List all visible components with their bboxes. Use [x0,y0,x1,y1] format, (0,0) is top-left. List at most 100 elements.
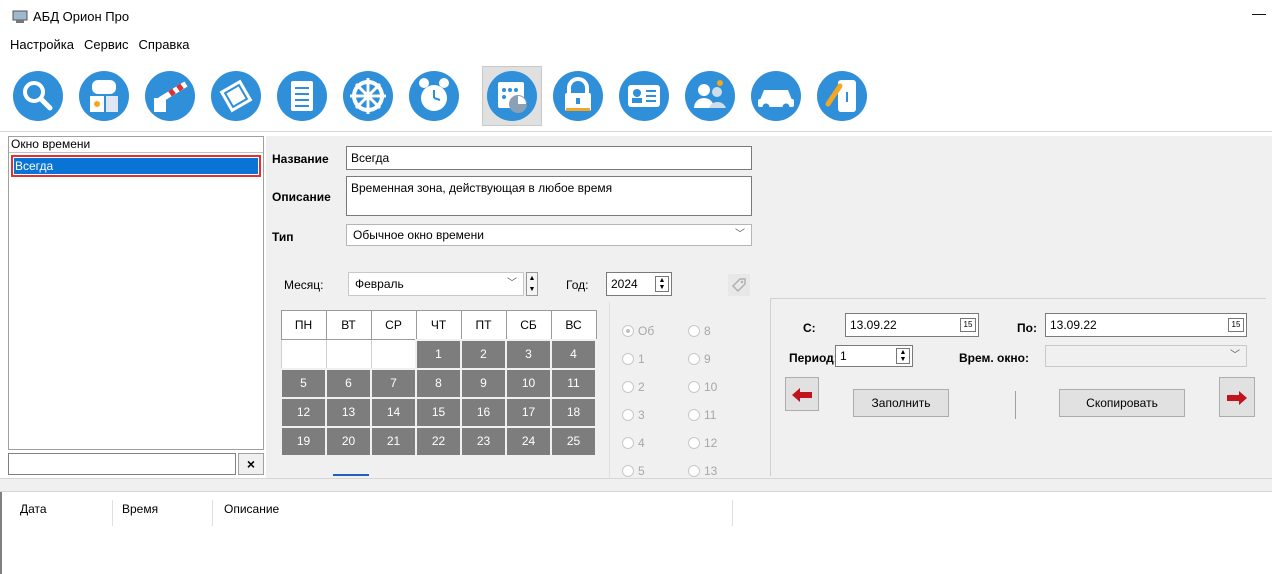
weekday-header: СБ [505,310,552,340]
clear-filter-button[interactable]: × [238,453,264,475]
prev-button[interactable] [785,377,819,411]
calendar-day[interactable]: 11 [550,367,597,399]
toolbar-card-button[interactable] [614,66,674,126]
calendar-day[interactable]: 22 [415,425,462,457]
day-type-radio[interactable]: 2 [622,380,645,394]
period-label: Период: [789,351,838,365]
day-type-radio[interactable]: 9 [688,352,711,366]
calendar-day[interactable]: 1 [415,338,462,370]
calendar-day[interactable]: 15 [415,396,462,428]
day-type-radio[interactable]: 12 [688,436,717,450]
year-value: 2024 [611,277,638,291]
day-type-radio[interactable]: 13 [688,464,717,478]
toolbar-barrier-button[interactable] [140,66,200,126]
month-label: Месяц: [284,278,324,292]
calendar-day[interactable]: 10 [505,367,552,399]
menu-help[interactable]: Справка [139,37,190,57]
type-select[interactable]: Обычное окно времени ﹀ [346,224,752,246]
calendar-icon[interactable]: 15 [960,318,976,332]
month-select-value: Февраль [355,277,404,291]
calendar-day[interactable]: 18 [550,396,597,428]
log-col-time[interactable]: Время [122,502,158,516]
radio-circle [622,465,634,477]
day-type-radio[interactable]: 11 [688,408,716,422]
radio-circle [688,465,700,477]
toolbar-wheel-button[interactable] [338,66,398,126]
month-spinner[interactable]: ▲ ▼ [526,272,538,296]
day-type-radio[interactable]: Об [622,324,654,338]
schedule-icon [487,71,537,121]
toolbar-lock-button[interactable] [548,66,608,126]
radio-label: 11 [704,408,717,422]
to-date-field[interactable]: 13.09.22 15 [1045,313,1247,337]
calendar-day[interactable]: 3 [505,338,552,370]
fill-button[interactable]: Заполнить [853,389,949,417]
calendar-day[interactable]: 4 [550,338,597,370]
calendar-day[interactable]: 5 [280,367,327,399]
radio-label: 1 [638,352,645,366]
toolbar-key-button[interactable] [812,66,872,126]
next-button[interactable] [1219,377,1255,417]
period-field[interactable]: 1 ▲ ▼ [835,345,913,367]
log-col-description[interactable]: Описание [224,502,279,516]
year-spinner[interactable]: ▲ ▼ [655,276,669,292]
column-divider [212,500,213,526]
calendar-day[interactable]: 12 [280,396,327,428]
toolbar-users-button[interactable] [680,66,740,126]
calendar-day[interactable]: 21 [370,425,417,457]
name-field[interactable]: Всегда [346,146,752,170]
today-marker [333,474,369,476]
list-filter-input[interactable] [8,453,236,475]
menu-service[interactable]: Сервис [84,37,129,57]
clock-icon [409,71,459,121]
calendar-day[interactable]: 14 [370,396,417,428]
menu-settings[interactable]: Настройка [10,37,74,57]
toolbar-document-button[interactable] [272,66,332,126]
calendar-day[interactable]: 6 [325,367,372,399]
minimize-button[interactable]: — [1252,5,1266,25]
day-type-radio[interactable]: 4 [622,436,645,450]
calendar-day[interactable]: 17 [505,396,552,428]
time-window-select[interactable]: ﹀ [1045,345,1247,367]
day-type-radio[interactable]: 3 [622,408,645,422]
calendar-day[interactable]: 8 [415,367,462,399]
day-type-radio[interactable]: 8 [688,324,711,338]
tag-icon[interactable] [728,274,750,296]
calendar-day[interactable]: 16 [460,396,507,428]
splitter[interactable] [0,478,1272,492]
day-type-radio[interactable]: 10 [688,380,717,394]
card-icon [619,71,669,121]
calendar-day[interactable]: 19 [280,425,327,457]
calendar-day[interactable]: 2 [460,338,507,370]
calendar-day[interactable]: 25 [550,425,597,457]
log-col-date[interactable]: Дата [20,502,47,516]
list-item-selected[interactable]: Всегда [11,155,261,177]
calendar-day[interactable]: 7 [370,367,417,399]
toolbar-plan-button[interactable] [206,66,266,126]
toolbar-schedule-button[interactable] [482,66,542,126]
day-type-radio[interactable]: 1 [622,352,645,366]
calendar-day[interactable]: 24 [505,425,552,457]
toolbar-device-button[interactable] [74,66,134,126]
description-field[interactable]: Временная зона, действующая в любое врем… [346,176,752,216]
calendar-day[interactable]: 9 [460,367,507,399]
arrow-left-icon [792,387,812,402]
chevron-down-icon: ﹀ [735,229,745,240]
period-spinner[interactable]: ▲ ▼ [896,348,910,364]
device-icon [79,71,129,121]
radio-circle [622,437,634,449]
calendar-empty-cell [325,339,372,369]
from-date-field[interactable]: 13.09.22 15 [845,313,979,337]
calendar-day[interactable]: 23 [460,425,507,457]
month-select[interactable]: Февраль ﹀ [348,272,524,296]
calendar-day[interactable]: 20 [325,425,372,457]
toolbar-clock-button[interactable] [404,66,464,126]
calendar-icon[interactable]: 15 [1228,318,1244,332]
toolbar-search-button[interactable] [8,66,68,126]
copy-button[interactable]: Скопировать [1059,389,1185,417]
weekday-header: ПТ [460,310,507,340]
toolbar-car-button[interactable] [746,66,806,126]
day-type-radio[interactable]: 5 [622,464,645,478]
calendar-day[interactable]: 13 [325,396,372,428]
year-field[interactable]: 2024 ▲ ▼ [606,272,672,296]
